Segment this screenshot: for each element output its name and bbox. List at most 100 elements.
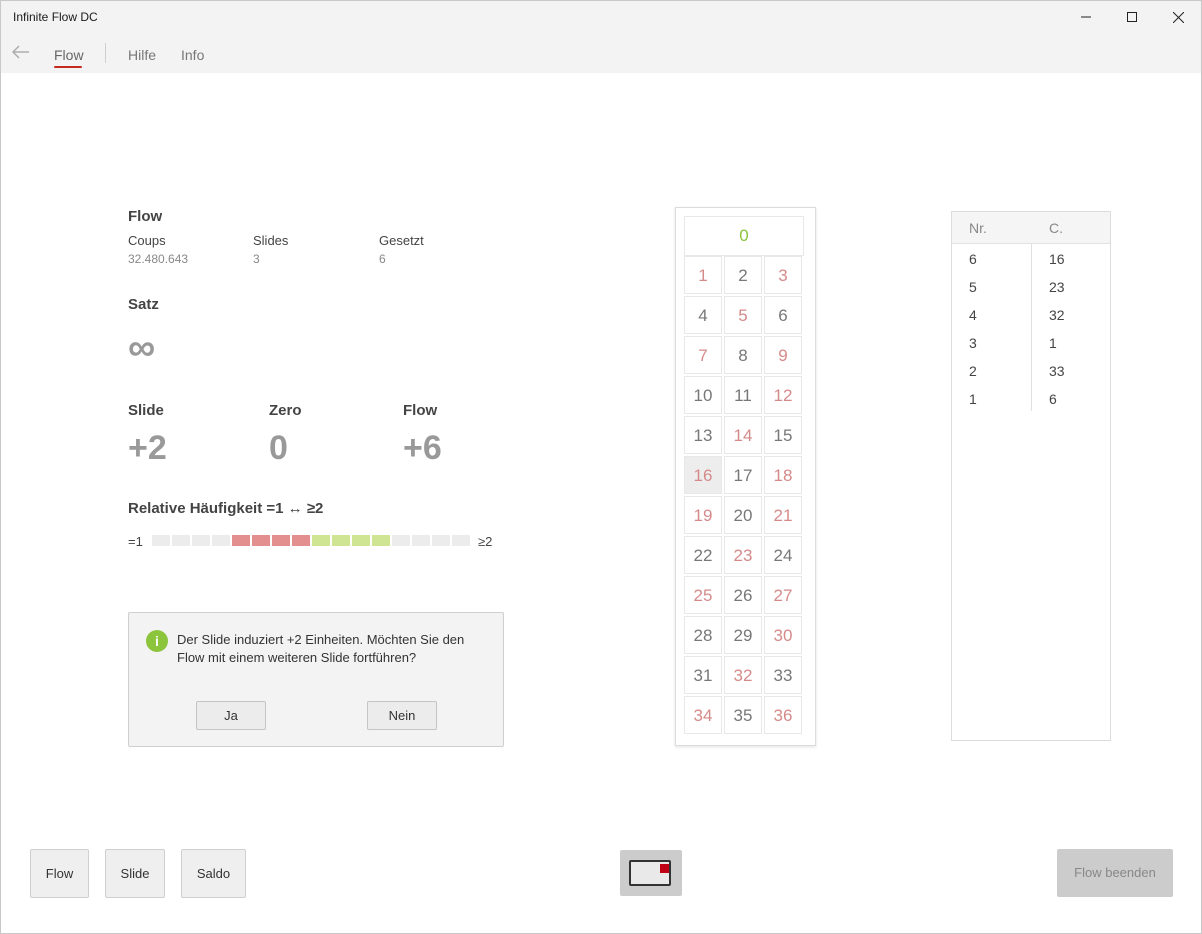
history-cell-nr: 5 (969, 279, 977, 295)
number-cell-9[interactable]: 9 (764, 336, 802, 374)
number-cell-29[interactable]: 29 (724, 616, 762, 654)
frequency-cell (412, 535, 430, 546)
number-cell-30[interactable]: 30 (764, 616, 802, 654)
history-col-c: C. (1049, 220, 1063, 236)
frequency-cell (392, 535, 410, 546)
number-cell-35[interactable]: 35 (724, 696, 762, 734)
history-cell-c: 32 (1049, 307, 1065, 323)
number-cell-3[interactable]: 3 (764, 256, 802, 294)
nav-bar: Flow Hilfe Info (1, 33, 1201, 73)
slide-button[interactable]: Slide (105, 849, 165, 898)
nav-item-flow[interactable]: Flow (54, 47, 84, 63)
frequency-cell (252, 535, 270, 546)
number-cell-8[interactable]: 8 (724, 336, 762, 374)
number-cell-5[interactable]: 5 (724, 296, 762, 334)
end-flow-button[interactable]: Flow beenden (1057, 849, 1173, 897)
coups-value: 32.480.643 (128, 252, 189, 266)
flow-indicator-value: +6 (403, 429, 442, 467)
number-cell-19[interactable]: 19 (684, 496, 722, 534)
frequency-cell (432, 535, 450, 546)
title-bar: Infinite Flow DC (1, 1, 1201, 33)
number-cell-33[interactable]: 33 (764, 656, 802, 694)
number-cell-36[interactable]: 36 (764, 696, 802, 734)
roulette-number-panel: 0 1 2 3 4 5 6 7 8 9 10 11 12 13 14 15 16 17 18 19 20 21 22 23 2… (675, 207, 816, 746)
number-cell-2[interactable]: 2 (724, 256, 762, 294)
zero-label: Zero (269, 402, 302, 419)
satz-value: ∞ (128, 327, 156, 369)
number-cell-10[interactable]: 10 (684, 376, 722, 414)
number-cell-28[interactable]: 28 (684, 616, 722, 654)
number-cell-13[interactable]: 13 (684, 416, 722, 454)
slide-label: Slide (128, 402, 164, 419)
history-divider (1031, 243, 1032, 411)
number-cell-32[interactable]: 32 (724, 656, 762, 694)
frequency-cell (332, 535, 350, 546)
history-header: Nr. C. (952, 212, 1110, 244)
nav-item-hilfe[interactable]: Hilfe (128, 47, 156, 63)
number-cell-23[interactable]: 23 (724, 536, 762, 574)
number-cell-zero[interactable]: 0 (684, 216, 804, 256)
number-cell-7[interactable]: 7 (684, 336, 722, 374)
number-cell-24[interactable]: 24 (764, 536, 802, 574)
number-cell-4[interactable]: 4 (684, 296, 722, 334)
history-cell-c: 33 (1049, 363, 1065, 379)
history-cell-nr: 3 (969, 335, 977, 351)
number-cell-20[interactable]: 20 (724, 496, 762, 534)
gesetzt-value: 6 (379, 252, 386, 266)
maximize-button[interactable] (1109, 1, 1155, 33)
number-cell-18[interactable]: 18 (764, 456, 802, 494)
number-cell-31[interactable]: 31 (684, 656, 722, 694)
nav-active-indicator (54, 66, 82, 68)
back-button[interactable] (11, 44, 33, 62)
slide-value: +2 (128, 429, 167, 467)
number-cell-16[interactable]: 16 (684, 456, 722, 494)
flow-heading: Flow (128, 208, 163, 225)
frequency-cell (352, 535, 370, 546)
frequency-left-label: =1 (128, 534, 143, 549)
frequency-cell (292, 535, 310, 546)
number-cell-12[interactable]: 12 (764, 376, 802, 414)
history-cell-c: 23 (1049, 279, 1065, 295)
frequency-cell (452, 535, 470, 546)
frequency-bar (152, 535, 470, 546)
number-cell-6[interactable]: 6 (764, 296, 802, 334)
satz-heading: Satz (128, 296, 159, 313)
toggle-button[interactable] (620, 850, 682, 896)
minimize-button[interactable] (1063, 1, 1109, 33)
nav-divider (105, 43, 106, 63)
slide-dialog: i Der Slide induziert +2 Einheiten. Möch… (128, 612, 504, 747)
history-cell-nr: 4 (969, 307, 977, 323)
close-button[interactable] (1155, 1, 1201, 33)
number-cell-22[interactable]: 22 (684, 536, 722, 574)
nav-item-info[interactable]: Info (181, 47, 204, 63)
frequency-cell (192, 535, 210, 546)
history-cell-nr: 1 (969, 391, 977, 407)
saldo-button[interactable]: Saldo (181, 849, 246, 898)
app-window: Infinite Flow DC Flow Hilfe Info Flow Co… (0, 0, 1202, 934)
no-button[interactable]: Nein (367, 701, 437, 730)
number-cell-27[interactable]: 27 (764, 576, 802, 614)
frequency-cell (372, 535, 390, 546)
history-col-nr: Nr. (969, 220, 987, 236)
toggle-indicator (660, 864, 669, 873)
number-cell-21[interactable]: 21 (764, 496, 802, 534)
number-cell-15[interactable]: 15 (764, 416, 802, 454)
maximize-icon (1127, 12, 1137, 22)
history-cell-c: 6 (1049, 391, 1057, 407)
flow-button[interactable]: Flow (30, 849, 89, 898)
number-cell-17[interactable]: 17 (724, 456, 762, 494)
arrow-left-icon (12, 45, 29, 59)
frequency-cell (312, 535, 330, 546)
minimize-icon (1081, 16, 1091, 18)
history-cell-c: 16 (1049, 251, 1065, 267)
gesetzt-label: Gesetzt (379, 233, 424, 248)
yes-button[interactable]: Ja (196, 701, 266, 730)
number-cell-14[interactable]: 14 (724, 416, 762, 454)
number-cell-26[interactable]: 26 (724, 576, 762, 614)
number-cell-1[interactable]: 1 (684, 256, 722, 294)
slides-value: 3 (253, 252, 260, 266)
number-cell-34[interactable]: 34 (684, 696, 722, 734)
number-cell-11[interactable]: 11 (724, 376, 762, 414)
history-cell-nr: 2 (969, 363, 977, 379)
number-cell-25[interactable]: 25 (684, 576, 722, 614)
